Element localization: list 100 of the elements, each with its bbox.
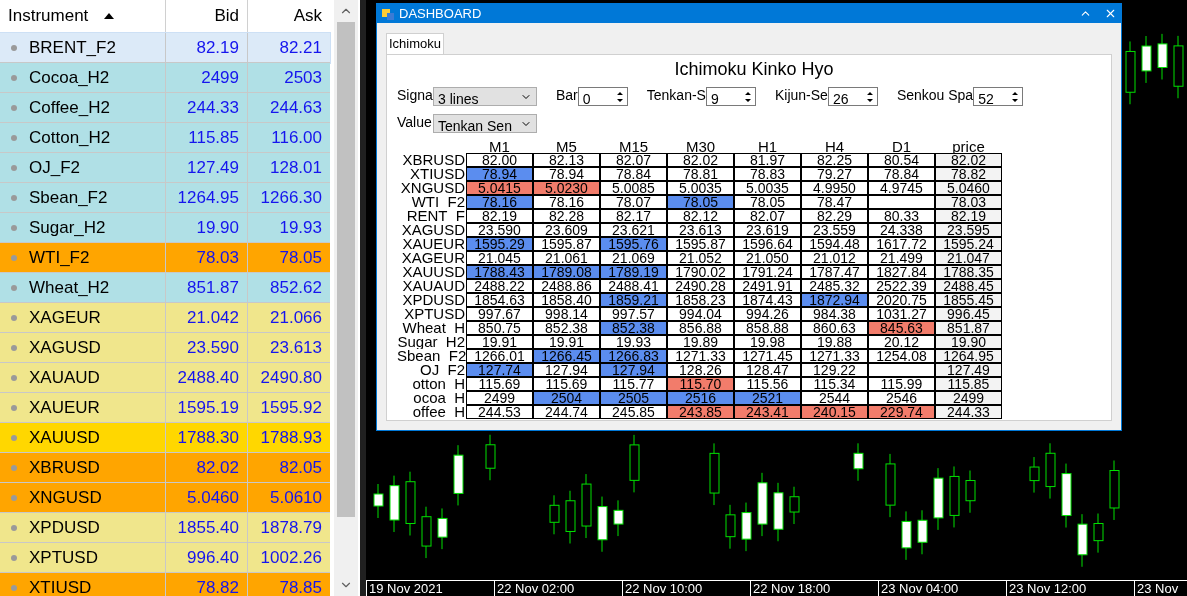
value-cell: 5.0230: [533, 181, 600, 195]
instrument-row[interactable]: BRENT_F2 82.19 82.21: [0, 33, 330, 63]
value-cell: 20.12: [868, 335, 935, 349]
instrument-row[interactable]: XBRUSD 82.02 82.05: [0, 453, 330, 483]
value-cell: 128.26: [667, 363, 734, 377]
instrument-row[interactable]: Wheat_H2 851.87 852.62: [0, 273, 330, 303]
control-label: Senkou Spa: [896, 86, 974, 105]
value-cell: 240.15: [801, 405, 868, 419]
instrument-row[interactable]: XNGUSD 5.0460 5.0610: [0, 483, 330, 513]
value-cell: 19.91: [466, 335, 533, 349]
close-icon[interactable]: [1104, 7, 1117, 20]
bullet-icon: [11, 194, 17, 201]
candlestick: [1029, 456, 1040, 494]
instrument-row[interactable]: Sugar_H2 19.90 19.93: [0, 213, 330, 243]
value-cell: 19.93: [600, 335, 667, 349]
bid-price: 1855.40: [166, 513, 248, 542]
bid-price: 23.590: [166, 333, 248, 362]
value-cell: 21.069: [600, 251, 667, 265]
price-chart[interactable]: [360, 0, 1187, 596]
dropdown[interactable]: 3 lines: [433, 87, 537, 106]
candlestick: [1093, 513, 1104, 554]
bullet-icon: [11, 584, 17, 591]
ask-price: 1878.79: [259, 516, 323, 539]
candlestick: [597, 496, 608, 553]
instrument-row[interactable]: Cocoa_H2 2499 2503: [0, 63, 330, 93]
time-axis-label: 22 Nov 02:00: [494, 581, 622, 596]
ask-price: 2490.80: [259, 366, 323, 389]
bid-price: 996.40: [166, 543, 248, 572]
instrument-name: Coffee_H2: [29, 96, 110, 119]
candlestick: [901, 510, 912, 561]
value-cell: 19.91: [533, 335, 600, 349]
spin-field[interactable]: 0: [577, 87, 628, 106]
value-cell: 860.63: [801, 321, 868, 335]
value-cell: 78.84: [600, 167, 667, 181]
scrollbar-thumb[interactable]: [337, 22, 355, 517]
instrument-row[interactable]: XAUEUR 1595.19 1595.92: [0, 393, 330, 423]
instrument-row[interactable]: OJ_F2 127.49 128.01: [0, 153, 330, 183]
value-cell: 858.88: [734, 321, 801, 335]
value-cell: 243.41: [734, 405, 801, 419]
value-cell: 1596.64: [734, 237, 801, 251]
bullet-icon: [11, 314, 17, 321]
candlestick: [421, 506, 432, 559]
value-cell: 115.70: [667, 377, 734, 391]
bullet-icon: [11, 374, 17, 381]
value-cell: 23.619: [734, 223, 801, 237]
candlestick: [453, 444, 464, 506]
value-cell: 845.63: [868, 321, 935, 335]
value-cell: 1266.45: [533, 349, 600, 363]
instrument-row[interactable]: XPTUSD 996.40 1002.26: [0, 543, 330, 573]
candlestick: [437, 507, 448, 550]
bullet-icon: [11, 284, 17, 291]
candlestick: [613, 499, 624, 537]
instrument-row[interactable]: XTIUSD 78.82 78.85: [0, 573, 330, 596]
tab[interactable]: Ichimoku: [386, 33, 445, 54]
value-cell: 1858.23: [667, 293, 734, 307]
value-cell: 21.045: [466, 251, 533, 265]
instrument-row[interactable]: Cotton_H2 115.85 116.00: [0, 123, 330, 153]
control-label: Tenkan-S: [646, 86, 706, 105]
spin-field[interactable]: 9: [705, 87, 756, 106]
spin-field[interactable]: 52: [973, 87, 1024, 106]
instrument-name: Cocoa_H2: [29, 66, 110, 89]
value-cell: 82.19: [935, 209, 1002, 223]
bid-price: 1264.95: [166, 183, 248, 212]
instrument-row[interactable]: XAGUSD 23.590 23.613: [0, 333, 330, 363]
value-cell: 1617.72: [868, 237, 935, 251]
value-cell: 1874.43: [734, 293, 801, 307]
candlestick: [1077, 513, 1088, 568]
instrument-row[interactable]: XAUUSD 1788.30 1788.93: [0, 423, 330, 453]
value-cell: 1266.83: [600, 349, 667, 363]
candlestick: [1045, 442, 1056, 500]
column-header: H1: [756, 140, 779, 153]
scrollbar[interactable]: [334, 0, 358, 596]
instrument-row[interactable]: XAUAUD 2488.40 2490.80: [0, 363, 330, 393]
value-cell: 1254.08: [868, 349, 935, 363]
value-cell: 1789.08: [533, 265, 600, 279]
spin-field[interactable]: 26: [827, 87, 878, 106]
candlestick: [757, 472, 768, 537]
row-label: XPDUSD: [401, 293, 466, 307]
value-cell: 2521: [734, 391, 801, 405]
candlestick: [1157, 33, 1168, 80]
value-cell: 21.047: [935, 251, 1002, 265]
candlestick: [949, 465, 960, 528]
column-header[interactable]: Ask: [248, 0, 330, 32]
value-cell: 115.85: [935, 377, 1002, 391]
value-cell: 115.34: [801, 377, 868, 391]
instrument-row[interactable]: Sbean_F2 1264.95 1266.30: [0, 183, 330, 213]
column-header: H4: [823, 140, 846, 153]
instrument-row[interactable]: XAGEUR 21.042 21.066: [0, 303, 330, 333]
instrument-row[interactable]: XPDUSD 1855.40 1878.79: [0, 513, 330, 543]
dropdown[interactable]: Tenkan Sen: [433, 114, 537, 133]
row-label: XAGEUR: [400, 251, 466, 265]
ask-price: 82.05: [278, 456, 323, 479]
candlestick: [565, 490, 576, 544]
instrument-row[interactable]: Coffee_H2 244.33 244.63: [0, 93, 330, 123]
value-cell: 115.99: [868, 377, 935, 391]
instrument-row[interactable]: WTI_F2 78.03 78.05: [0, 243, 330, 273]
value-cell: [868, 363, 935, 377]
value-cell: 5.0035: [667, 181, 734, 195]
bid-price: 2499: [166, 63, 248, 92]
value-cell: 21.012: [801, 251, 868, 265]
